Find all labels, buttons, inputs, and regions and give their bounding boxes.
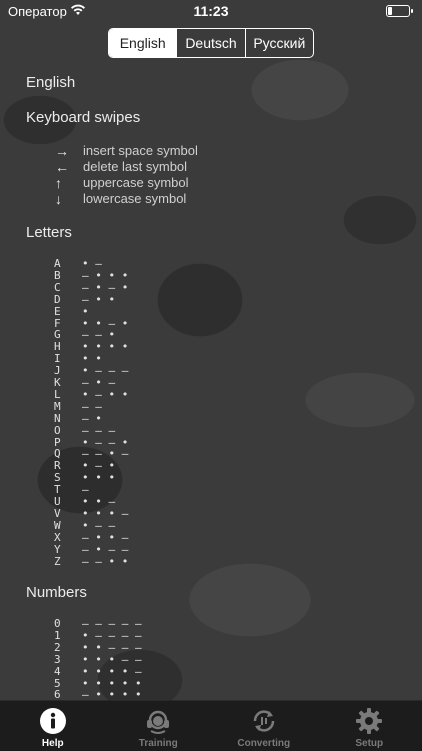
numbers-heading: Numbers	[26, 584, 87, 601]
code-symbol: Y	[54, 544, 76, 556]
letter-row: E•	[54, 306, 76, 318]
status-bar: Оператор 11:23	[0, 0, 422, 22]
code-symbol: O	[54, 425, 76, 437]
tab-label: Converting	[211, 738, 317, 749]
letter-row: W• – –	[54, 520, 76, 532]
letter-row: X– • • –	[54, 532, 76, 544]
swipes-heading: Keyboard swipes	[26, 109, 140, 126]
morse-code: – • • –	[82, 532, 128, 544]
tab-label: Setup	[317, 738, 422, 749]
letter-row: C– • – •	[54, 282, 76, 294]
language-option-english[interactable]: English	[109, 29, 176, 57]
letter-row: Z– – • •	[54, 556, 76, 568]
letter-row: O– – –	[54, 425, 76, 437]
morse-code: – • – –	[82, 544, 128, 556]
info-icon	[39, 707, 67, 735]
letter-row: N– •	[54, 413, 76, 425]
code-symbol: N	[54, 413, 76, 425]
morse-code: • – –	[82, 520, 115, 532]
code-symbol: 6	[54, 689, 76, 700]
code-symbol: 3	[54, 654, 76, 666]
code-symbol: C	[54, 282, 76, 294]
swipe-arrow-icon: ↑	[55, 175, 81, 191]
code-symbol: W	[54, 520, 76, 532]
morse-code: • • – – –	[82, 642, 142, 654]
tab-label: Help	[0, 738, 106, 749]
letter-row: Y– • – –	[54, 544, 76, 556]
code-symbol: 2	[54, 642, 76, 654]
code-symbol: X	[54, 532, 76, 544]
morse-code: • • • • –	[82, 666, 142, 678]
number-row: 2• • – – –	[54, 642, 76, 654]
morse-code: • • • – –	[82, 654, 142, 666]
clock: 11:23	[0, 3, 422, 19]
swipe-description: delete last symbol	[83, 159, 187, 174]
code-symbol: D	[54, 294, 76, 306]
language-option-deutsch[interactable]: Deutsch	[176, 29, 244, 57]
swipe-row: ↑uppercase symbol	[55, 175, 81, 191]
letters-heading: Letters	[26, 224, 72, 241]
swipe-arrow-icon: ↓	[55, 191, 81, 207]
swipe-row: ←delete last symbol	[55, 159, 81, 175]
morse-code: – • •	[82, 294, 115, 306]
convert-icon	[250, 707, 278, 735]
morse-code: – •	[82, 413, 102, 425]
battery-icon	[386, 5, 410, 17]
tab-bar: Help Training Converting	[0, 700, 422, 751]
code-symbol: 4	[54, 666, 76, 678]
tab-help[interactable]: Help	[0, 701, 106, 751]
swipe-row: ↓lowercase symbol	[55, 191, 81, 207]
swipe-arrow-icon: ←	[55, 159, 81, 175]
letter-row: D– • •	[54, 294, 76, 306]
morse-code: – –	[82, 401, 102, 413]
code-symbol: Z	[54, 556, 76, 568]
language-option-russian[interactable]: Русский	[245, 29, 313, 57]
tab-setup[interactable]: Setup	[317, 701, 422, 751]
language-heading: English	[26, 74, 75, 91]
tab-converting[interactable]: Converting	[211, 701, 317, 751]
swipe-description: uppercase symbol	[83, 175, 189, 190]
morse-code: •	[82, 306, 89, 318]
help-content[interactable]: English Keyboard swipes →insert space sy…	[0, 60, 422, 700]
number-row: 4• • • • –	[54, 666, 76, 678]
swipe-description: lowercase symbol	[83, 191, 186, 206]
swipe-description: insert space symbol	[83, 143, 198, 158]
swipe-arrow-icon: →	[55, 143, 81, 159]
letter-row: M– –	[54, 401, 76, 413]
number-row: 3• • • – –	[54, 654, 76, 666]
code-symbol: M	[54, 401, 76, 413]
swipe-row: →insert space symbol	[55, 143, 81, 159]
gear-icon	[355, 707, 383, 735]
number-row: 6– • • • •	[54, 689, 76, 700]
morse-code: – – –	[82, 425, 115, 437]
code-symbol: E	[54, 306, 76, 318]
morse-code: – • – •	[82, 282, 128, 294]
morse-code: – – • •	[82, 556, 128, 568]
morse-code: – • • • •	[82, 689, 142, 700]
tab-training[interactable]: Training	[106, 701, 212, 751]
tab-label: Training	[106, 738, 212, 749]
language-selector: English Deutsch Русский	[108, 28, 314, 58]
headphones-icon	[144, 707, 172, 735]
